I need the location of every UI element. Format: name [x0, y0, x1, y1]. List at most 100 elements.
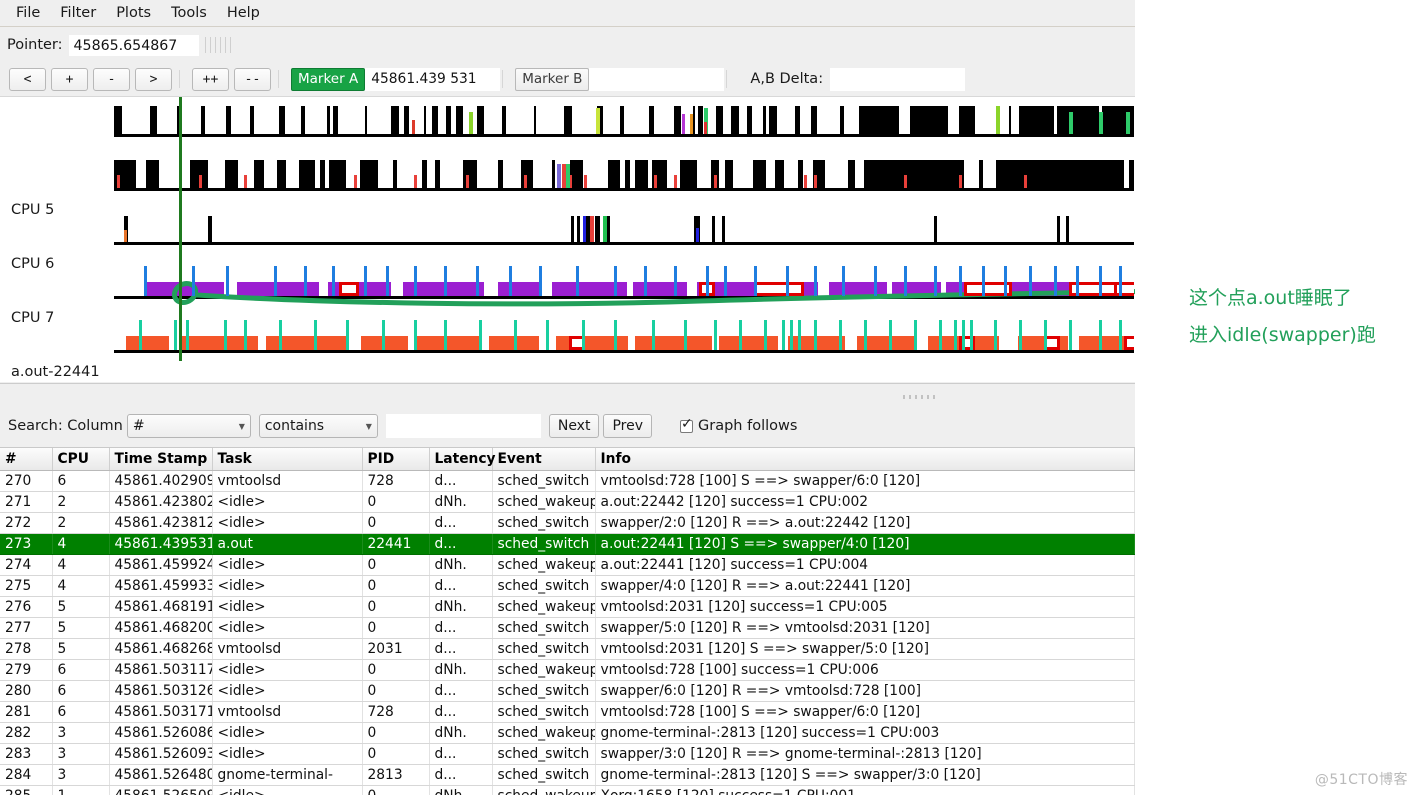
table-row[interactable]: 283345861.526093<idle>0d...sched_switchs… [0, 743, 1134, 764]
cell-cpu: 4 [52, 554, 109, 575]
table-row[interactable]: 276545861.468191<idle>0dNh.sched_wakeupv… [0, 596, 1134, 617]
table-row[interactable]: 270645861.402909vmtoolsd728d...sched_swi… [0, 470, 1134, 491]
menu-item-help[interactable]: Help [217, 2, 270, 24]
graph-segment [962, 320, 965, 350]
cell-timestamp: 45861.459924 [109, 554, 212, 575]
table-row[interactable]: 273445861.439531a.out22441d...sched_swit… [0, 533, 1134, 554]
marker-a-value-input[interactable]: 45861.439 531 [365, 68, 500, 91]
cell-info: vmtoolsd:728 [100] S ==> swapper/6:0 [12… [595, 701, 1134, 722]
graph-bar [266, 336, 346, 350]
graph-track-cpu7[interactable] [114, 211, 1134, 245]
cell-pid: 0 [362, 596, 429, 617]
graph-segment [304, 266, 307, 296]
table-row[interactable]: 275445861.459933<idle>0d...sched_switchs… [0, 575, 1134, 596]
cell-pid: 0 [362, 743, 429, 764]
col-header-latency[interactable]: Latency [429, 448, 492, 470]
cell-task: vmtoolsd [212, 470, 362, 491]
marker-b-value-input[interactable] [589, 68, 724, 91]
cell-latency: dNh. [429, 722, 492, 743]
table-row[interactable]: 277545861.468200<idle>0d...sched_switchs… [0, 617, 1134, 638]
graph-segment [225, 160, 238, 188]
event-table-body: 270645861.402909vmtoolsd728d...sched_swi… [0, 470, 1134, 795]
menu-item-filter[interactable]: Filter [50, 2, 106, 24]
table-row[interactable]: 279645861.503117<idle>0dNh.sched_wakeupv… [0, 659, 1134, 680]
table-row[interactable]: 285145861.526509<idle>0dNh.sched_wakeupX… [0, 785, 1134, 795]
graph-segment [354, 175, 357, 188]
menu-bar: File Filter Plots Tools Help [0, 0, 1135, 27]
cell-cpu: 5 [52, 638, 109, 659]
event-table-header: # CPU Time Stamp Task PID Latency Event … [0, 448, 1134, 470]
search-operator-select[interactable]: contains ▼ [259, 414, 378, 438]
menu-item-tools[interactable]: Tools [161, 2, 217, 24]
search-input[interactable] [386, 414, 541, 438]
zoom-out-fast-button[interactable]: -- [234, 68, 271, 91]
graph-table-splitter[interactable] [0, 383, 1135, 409]
cell-info: vmtoolsd:2031 [120] success=1 CPU:005 [595, 596, 1134, 617]
graph-track-task-22442[interactable] [114, 319, 1134, 353]
table-row[interactable]: 284345861.526480gnome-terminal-2813d...s… [0, 764, 1134, 785]
cell-timestamp: 45861.526509 [109, 785, 212, 795]
graph-segment [186, 320, 189, 350]
ab-delta-value-input[interactable] [830, 68, 965, 91]
graph-segment [874, 266, 877, 296]
table-row[interactable]: 281645861.503171vmtoolsd728d...sched_swi… [0, 701, 1134, 722]
graph-segment [714, 175, 717, 188]
table-row[interactable]: 272245861.423812<idle>0d...sched_switchs… [0, 512, 1134, 533]
graph-segment [244, 320, 247, 350]
marker-a-line [179, 97, 182, 361]
col-header-info[interactable]: Info [595, 448, 1134, 470]
search-column-select[interactable]: # ▼ [127, 414, 251, 438]
zoom-in-button[interactable]: + [51, 68, 88, 91]
col-header-task[interactable]: Task [212, 448, 362, 470]
zoom-out-button[interactable]: - [93, 68, 130, 91]
graph-segment [954, 320, 957, 350]
search-next-button[interactable]: Next [549, 414, 600, 438]
col-header-index[interactable]: # [0, 448, 52, 470]
table-row[interactable]: 280645861.503126<idle>0d...sched_switchs… [0, 680, 1134, 701]
trace-graph[interactable]: CPU 5 CPU 6 CPU 7 [0, 96, 1135, 382]
graph-segment [208, 216, 212, 242]
col-header-pid[interactable]: PID [362, 448, 429, 470]
zoom-prev-button[interactable]: < [9, 68, 46, 91]
marker-b-button[interactable]: Marker B [515, 68, 589, 91]
pointer-input[interactable]: 45865.654867 [69, 35, 199, 56]
search-prev-button[interactable]: Prev [603, 414, 652, 438]
cell-cpu: 3 [52, 743, 109, 764]
cell-pid: 0 [362, 575, 429, 596]
graph-segment [652, 320, 655, 350]
cell-pid: 0 [362, 617, 429, 638]
cell-event: sched_switch [492, 680, 595, 701]
cell-cpu: 2 [52, 491, 109, 512]
graph-track-cpu5[interactable] [114, 103, 1134, 137]
graph-track-cpu6[interactable] [114, 157, 1134, 191]
table-row[interactable]: 282345861.526086<idle>0dNh.sched_wakeupg… [0, 722, 1134, 743]
graph-segment [365, 106, 367, 134]
graph-segment [444, 320, 447, 350]
cell-task: <idle> [212, 617, 362, 638]
graph-follows-checkbox[interactable]: Graph follows [680, 418, 797, 434]
pointer-grip-handle[interactable] [205, 37, 235, 53]
col-header-event[interactable]: Event [492, 448, 595, 470]
graph-track-task-22441[interactable] [114, 265, 1134, 299]
menu-item-plots[interactable]: Plots [106, 2, 161, 24]
table-row[interactable]: 271245861.423802<idle>0dNh.sched_wakeupa… [0, 491, 1134, 512]
graph-row-label-task-22441: a.out-22441 [11, 364, 100, 380]
table-row[interactable]: 274445861.459924<idle>0dNh.sched_wakeupa… [0, 554, 1134, 575]
graph-segment [914, 106, 944, 134]
event-table-container[interactable]: # CPU Time Stamp Task PID Latency Event … [0, 447, 1135, 795]
graph-segment [704, 122, 707, 134]
graph-segment [562, 164, 566, 188]
graph-segment [889, 320, 892, 350]
zoom-next-button[interactable]: > [135, 68, 172, 91]
cell-event: sched_switch [492, 764, 595, 785]
cell-info: swapper/4:0 [120] R ==> a.out:22441 [120… [595, 575, 1134, 596]
menu-item-file[interactable]: File [6, 2, 50, 24]
graph-segment [391, 106, 399, 134]
cell-index: 279 [0, 659, 52, 680]
cell-index: 271 [0, 491, 52, 512]
col-header-cpu[interactable]: CPU [52, 448, 109, 470]
col-header-timestamp[interactable]: Time Stamp [109, 448, 212, 470]
table-row[interactable]: 278545861.468268vmtoolsd2031d...sched_sw… [0, 638, 1134, 659]
marker-a-button[interactable]: Marker A [291, 68, 365, 91]
zoom-in-fast-button[interactable]: ++ [192, 68, 229, 91]
